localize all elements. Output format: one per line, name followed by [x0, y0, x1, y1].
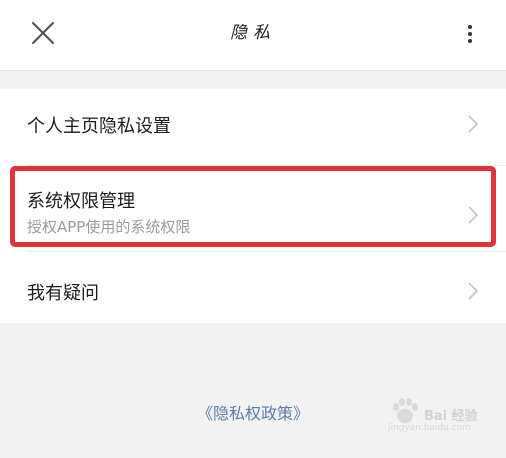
settings-list: 个人主页隐私设置 系统权限管理 授权APP使用的系统权限 我有疑问: [0, 89, 506, 323]
chevron-right-icon: [468, 115, 479, 133]
divider: [27, 251, 506, 252]
list-item-profile-privacy[interactable]: 个人主页隐私设置: [0, 89, 506, 159]
list-item-subtitle: 授权APP使用的系统权限: [27, 218, 191, 236]
divider: [27, 165, 506, 166]
chevron-right-icon: [468, 206, 479, 224]
list-item-questions[interactable]: 我有疑问: [0, 255, 506, 323]
section-gap: [0, 71, 506, 89]
top-bar: 隐私: [0, 0, 506, 71]
watermark: Bai 经验 jingyan.baidu.com: [388, 397, 498, 437]
watermark-text: Bai 经验: [424, 409, 478, 424]
more-options-button[interactable]: [458, 20, 482, 48]
chevron-right-icon: [468, 282, 479, 300]
paw-logo-icon: [393, 398, 418, 423]
more-vertical-icon: [468, 25, 472, 43]
list-item-label: 系统权限管理: [27, 191, 135, 212]
list-item-system-permissions[interactable]: 系统权限管理 授权APP使用的系统权限: [0, 171, 506, 247]
watermark-url: jingyan.baidu.com: [388, 423, 472, 433]
list-item-label: 个人主页隐私设置: [27, 116, 171, 137]
list-item-label: 我有疑问: [27, 283, 99, 304]
page-title: 隐私: [230, 23, 276, 43]
